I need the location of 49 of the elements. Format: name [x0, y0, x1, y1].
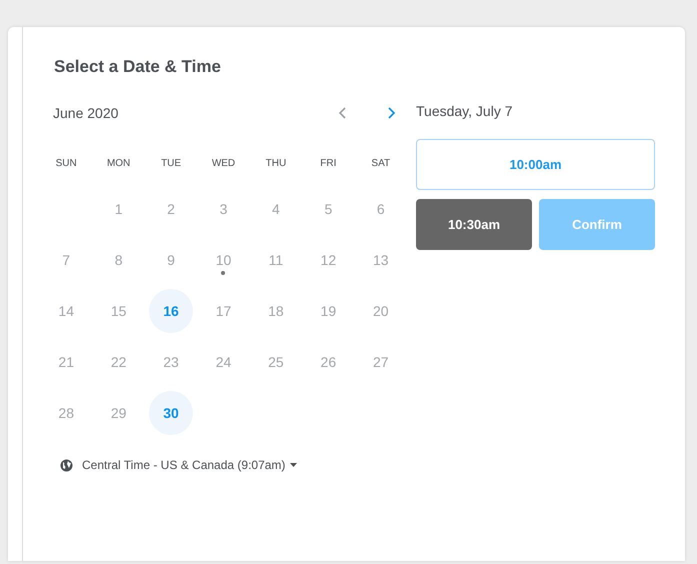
day-number: 17 — [214, 302, 232, 320]
globe-icon — [60, 458, 73, 472]
confirm-button[interactable]: Confirm — [539, 199, 655, 250]
day-number: 26 — [320, 352, 338, 372]
day-number: 6 — [376, 200, 386, 218]
day-number: 22 — [110, 352, 128, 372]
day-number: 24 — [214, 352, 232, 372]
day-number: 19 — [320, 302, 338, 320]
day-number: 21 — [57, 352, 75, 372]
weekday-label: MON — [106, 158, 130, 168]
day-number: 5 — [323, 200, 334, 218]
caret-icon — [290, 463, 298, 467]
time-slot-button[interactable]: 10:00am — [416, 139, 655, 190]
day-number: 11 — [268, 250, 284, 270]
day-number: 27 — [372, 352, 390, 372]
day-number: 14 — [57, 302, 75, 320]
day-number: 1 — [114, 200, 124, 218]
page-title: Select a Date & Time — [54, 57, 222, 77]
today-dot — [221, 270, 226, 274]
day-number: 25 — [267, 352, 285, 372]
calendar-day-button[interactable]: 30 — [149, 390, 194, 434]
weekday-label: FRI — [320, 158, 336, 168]
month-label: June 2020 — [53, 105, 120, 121]
timezone-dropdown[interactable]: Central Time - US & Canada (9:07am) — [82, 458, 298, 472]
day-number: 29 — [110, 404, 128, 422]
weekday-label: WED — [212, 158, 236, 168]
day-number: 2 — [166, 200, 176, 218]
day-number: 28 — [57, 404, 75, 422]
weekday-label: TUE — [161, 158, 182, 168]
day-number: 20 — [372, 302, 390, 320]
time-slot-button[interactable]: 10:30am — [416, 199, 532, 250]
day-number: 9 — [166, 250, 176, 270]
day-number: 13 — [372, 250, 390, 270]
day-number: 8 — [114, 250, 124, 270]
day-number: 12 — [320, 250, 338, 270]
day-number: 10 — [201, 238, 246, 282]
day-number: 15 — [110, 302, 128, 320]
calendar-day-button[interactable]: 16 — [149, 288, 194, 332]
day-number: 23 — [162, 352, 180, 372]
weekday-label: SUN — [56, 158, 77, 168]
weekday-label: THU — [266, 158, 286, 168]
day-number: 3 — [218, 200, 228, 218]
chevron-left-icon — [336, 105, 348, 121]
selected-date: Tuesday, July 7 — [416, 103, 514, 121]
day-number: 18 — [267, 302, 285, 320]
weekday-label: SAT — [371, 158, 390, 168]
chevron-right-icon — [386, 105, 396, 121]
day-number: 4 — [271, 200, 281, 218]
day-number: 7 — [61, 250, 72, 270]
